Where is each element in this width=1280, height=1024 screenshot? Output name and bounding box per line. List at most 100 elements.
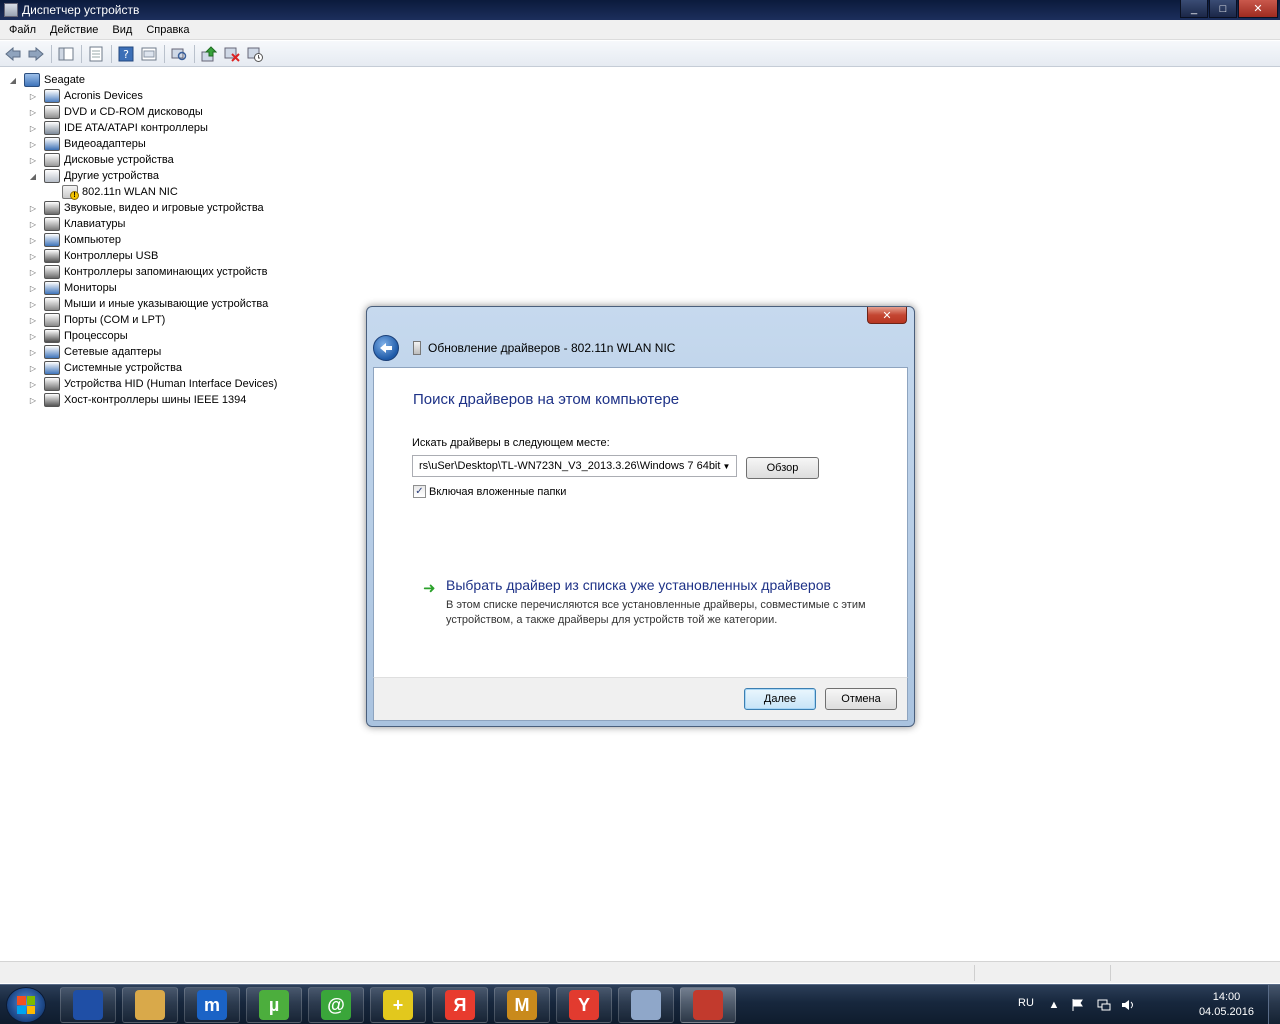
taskbar-app-button[interactable]: M	[494, 987, 550, 1023]
taskbar-app-button[interactable]: Я	[432, 987, 488, 1023]
collapse-arrow-icon[interactable]: ◢	[8, 75, 18, 85]
menu-action[interactable]: Действие	[43, 24, 105, 36]
browse-button[interactable]: Обзор	[746, 457, 819, 479]
update-driver-icon[interactable]	[200, 45, 218, 63]
start-button[interactable]	[6, 987, 46, 1023]
display-adapter-icon	[44, 137, 60, 151]
computer-root-icon	[24, 73, 40, 87]
expand-arrow-icon[interactable]: ▷	[28, 91, 38, 101]
pick-from-list-description: В этом списке перечисляются все установл…	[446, 599, 866, 626]
taskbar-app-button[interactable]	[618, 987, 674, 1023]
collapse-arrow-icon[interactable]: ◢	[28, 171, 38, 181]
tree-category[interactable]: ▷ Хост-контроллеры шины IEEE 1394	[28, 392, 246, 408]
expand-arrow-icon[interactable]: ▷	[28, 123, 38, 133]
menu-file[interactable]: Файл	[2, 24, 43, 36]
properties-icon[interactable]	[87, 45, 105, 63]
dialog-close-button[interactable]: ✕	[867, 307, 907, 324]
include-subfolders-row[interactable]: ✓ Включая вложенные папки	[413, 485, 566, 498]
taskbar-app-button[interactable]: µ	[246, 987, 302, 1023]
menu-help[interactable]: Справка	[139, 24, 196, 36]
tree-category[interactable]: ▷ Системные устройства	[28, 360, 182, 376]
include-subfolders-checkbox[interactable]: ✓	[413, 485, 426, 498]
taskbar-app-button[interactable]: m	[184, 987, 240, 1023]
volume-icon[interactable]	[1120, 997, 1136, 1013]
expand-arrow-icon[interactable]: ▷	[28, 235, 38, 245]
scan-hardware-icon[interactable]	[170, 45, 188, 63]
expand-arrow-icon[interactable]: ▷	[28, 107, 38, 117]
taskbar-app-button[interactable]: +	[370, 987, 426, 1023]
expand-arrow-icon[interactable]: ▷	[28, 299, 38, 309]
driver-path-combobox[interactable]: rs\uSer\Desktop\TL-WN723N_V3_2013.3.26\W…	[412, 455, 737, 477]
action-center-flag-icon[interactable]	[1070, 997, 1086, 1013]
pick-from-list-link[interactable]: Выбрать драйвер из списка уже установлен…	[446, 577, 831, 593]
cancel-button[interactable]: Отмена	[825, 688, 897, 710]
expand-arrow-icon[interactable]: ▷	[28, 251, 38, 261]
tree-category[interactable]: ▷ Acronis Devices	[28, 88, 143, 104]
back-button[interactable]	[373, 335, 399, 361]
tree-category[interactable]: ▷ Мониторы	[28, 280, 117, 296]
clock-date: 04.05.2016	[1198, 1006, 1254, 1018]
next-button[interactable]: Далее	[744, 688, 816, 710]
tree-category[interactable]: ▷ IDE ATA/ATAPI контроллеры	[28, 120, 208, 136]
tree-category[interactable]: ▷ Компьютер	[28, 232, 121, 248]
properties-sheet-icon[interactable]	[140, 45, 158, 63]
show-hide-tree-icon[interactable]	[57, 45, 75, 63]
expand-arrow-icon[interactable]: ▷	[28, 347, 38, 357]
language-indicator[interactable]: RU	[1018, 997, 1034, 1009]
tree-device[interactable]: ! 802.11n WLAN NIC	[46, 184, 178, 200]
tree-category[interactable]: ▷ Сетевые адаптеры	[28, 344, 161, 360]
status-segment	[1110, 965, 1111, 981]
minimize-button[interactable]: _	[1180, 0, 1208, 18]
expand-arrow-icon[interactable]: ▷	[28, 379, 38, 389]
expand-arrow-icon[interactable]: ▷	[28, 315, 38, 325]
dropdown-arrow-icon[interactable]: ▼	[718, 457, 735, 475]
taskbar-app-button[interactable]	[122, 987, 178, 1023]
expand-arrow-icon[interactable]: ▷	[28, 139, 38, 149]
tree-category[interactable]: ▷ Процессоры	[28, 328, 128, 344]
tree-category[interactable]: ▷ Видеоадаптеры	[28, 136, 146, 152]
expand-arrow-icon[interactable]: ▷	[28, 395, 38, 405]
expand-arrow-icon[interactable]: ▷	[28, 283, 38, 293]
network-icon[interactable]	[1096, 997, 1112, 1013]
tree-category[interactable]: ▷ Мыши и иные указывающие устройства	[28, 296, 268, 312]
tree-category[interactable]: ▷ Клавиатуры	[28, 216, 125, 232]
expand-arrow-icon[interactable]: ▷	[28, 267, 38, 277]
tree-category[interactable]: ▷ Контроллеры USB	[28, 248, 158, 264]
expand-arrow-icon[interactable]: ▷	[28, 155, 38, 165]
expand-arrow-icon[interactable]: ▷	[28, 219, 38, 229]
expand-arrow-icon[interactable]: ▷	[28, 363, 38, 373]
device-wizard-icon	[413, 341, 421, 355]
maxthon-icon: m	[197, 990, 227, 1020]
tree-category-label: Acronis Devices	[64, 90, 143, 102]
maximize-button[interactable]: □	[1209, 0, 1237, 18]
window-titlebar[interactable]: Диспетчер устройств _ □ ✕	[0, 0, 1280, 20]
forward-arrow-icon[interactable]	[27, 45, 45, 63]
taskbar-app-button[interactable]: @	[308, 987, 364, 1023]
windows-logo-icon	[17, 996, 35, 1014]
expand-arrow-icon[interactable]: ▷	[28, 331, 38, 341]
show-hidden-icons-icon[interactable]: ▲	[1046, 997, 1062, 1013]
close-button[interactable]: ✕	[1238, 0, 1278, 18]
expand-arrow-icon[interactable]: ▷	[28, 203, 38, 213]
add-app-icon: +	[383, 990, 413, 1020]
tree-root[interactable]: ◢ Seagate	[8, 72, 85, 88]
menu-view[interactable]: Вид	[105, 24, 139, 36]
taskbar-app-button[interactable]: Y	[556, 987, 612, 1023]
tree-category[interactable]: ▷ Контроллеры запоминающих устройств	[28, 264, 267, 280]
tree-category[interactable]: ▷ Дисковые устройства	[28, 152, 174, 168]
tree-category[interactable]: ◢ Другие устройства	[28, 168, 159, 184]
other-devices-icon	[44, 169, 60, 183]
uninstall-device-icon[interactable]	[246, 45, 264, 63]
tree-category[interactable]: ▷ DVD и CD-ROM дисководы	[28, 104, 203, 120]
taskbar-app-button[interactable]	[60, 987, 116, 1023]
help-icon[interactable]: ?	[117, 45, 135, 63]
tree-category[interactable]: ▷ Устройства HID (Human Interface Devices…	[28, 376, 277, 392]
back-arrow-icon[interactable]	[4, 45, 22, 63]
taskbar-app-button[interactable]	[680, 987, 736, 1023]
path-label: Искать драйверы в следующем месте:	[412, 437, 610, 449]
disable-device-icon[interactable]	[223, 45, 241, 63]
show-desktop-button[interactable]	[1268, 985, 1280, 1024]
tree-category[interactable]: ▷ Порты (COM и LPT)	[28, 312, 165, 328]
tree-category[interactable]: ▷ Звуковые, видео и игровые устройства	[28, 200, 264, 216]
clock[interactable]: 14:00 04.05.2016	[1199, 990, 1254, 1020]
